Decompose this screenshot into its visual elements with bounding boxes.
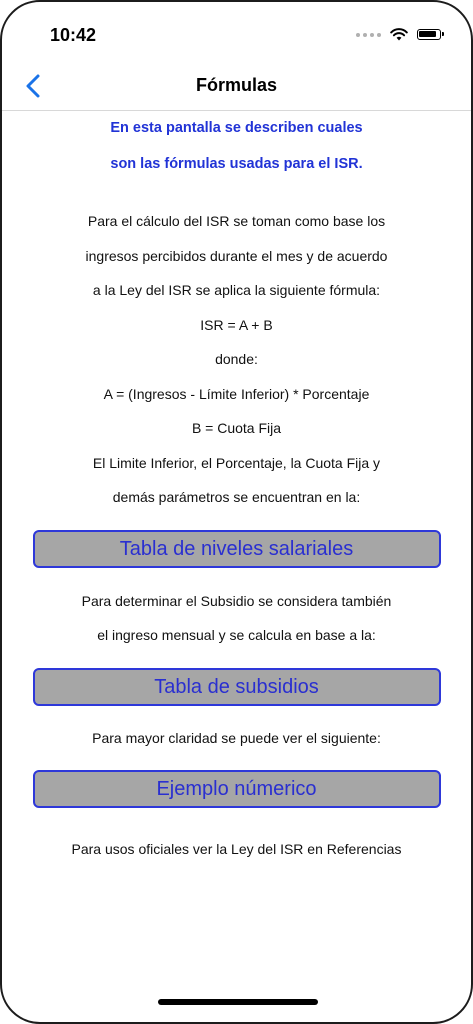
formula-b: B = Cuota Fija [191, 420, 282, 436]
navigation-bar: Fórmulas [2, 64, 471, 111]
subsidy-table-button[interactable]: Tabla de subsidios [32, 667, 441, 706]
status-time: 10:42 [50, 25, 97, 45]
example-line: Para mayor claridad se puede ver el sigu… [92, 729, 381, 746]
formula-isr: ISR = A + B [200, 316, 273, 333]
battery-icon [417, 29, 444, 40]
salary-table-button[interactable]: Tabla de niveles salariales [32, 529, 441, 568]
status-bar: 10:42 [2, 2, 471, 64]
intro-line: son las fórmulas usadas para el ISR. [110, 156, 363, 172]
footer-text: Para usos oficiales ver la Ley del ISR e… [2, 832, 471, 867]
page-title: Fórmulas [195, 75, 278, 95]
explanation-line: El Limite Inferior, el Porcentaje, la Cu… [92, 454, 381, 471]
numeric-example-button[interactable]: Ejemplo númerico [32, 770, 441, 808]
formula-a: A = (Ingresos - Límite Inferior) * Porce… [103, 385, 370, 402]
footer-line: Para usos oficiales ver la Ley del ISR e… [71, 841, 402, 857]
intro-text: En esta pantalla se describen cuales son… [2, 110, 471, 182]
explanation-line: donde: [215, 351, 258, 367]
status-icons [356, 28, 444, 41]
intro-line: En esta pantalla se describen cuales [110, 120, 363, 136]
subsidy-line: Para determinar el Subsidio se considera… [81, 592, 392, 609]
explanation-text: Para el cálculo del ISR se toman como ba… [2, 204, 471, 515]
content: En esta pantalla se describen cuales son… [2, 110, 471, 867]
subsidy-line: el ingreso mensual y se calcula en base … [97, 627, 376, 643]
example-text: Para mayor claridad se puede ver el sigu… [2, 721, 471, 756]
explanation-line: ingresos percibidos durante el mes y de … [85, 247, 388, 264]
signal-icon [356, 32, 381, 37]
wifi-icon [390, 28, 408, 41]
explanation-line: demás parámetros se encuentran en la: [112, 489, 361, 505]
explanation-line: Para el cálculo del ISR se toman como ba… [87, 213, 386, 229]
device-frame: 10:42 Fórmulas En esta pantalla se descr… [0, 0, 473, 1024]
home-indicator[interactable] [158, 999, 318, 1005]
explanation-line: a la Ley del ISR se aplica la siguiente … [92, 282, 381, 298]
subsidy-text: Para determinar el Subsidio se considera… [2, 584, 471, 653]
